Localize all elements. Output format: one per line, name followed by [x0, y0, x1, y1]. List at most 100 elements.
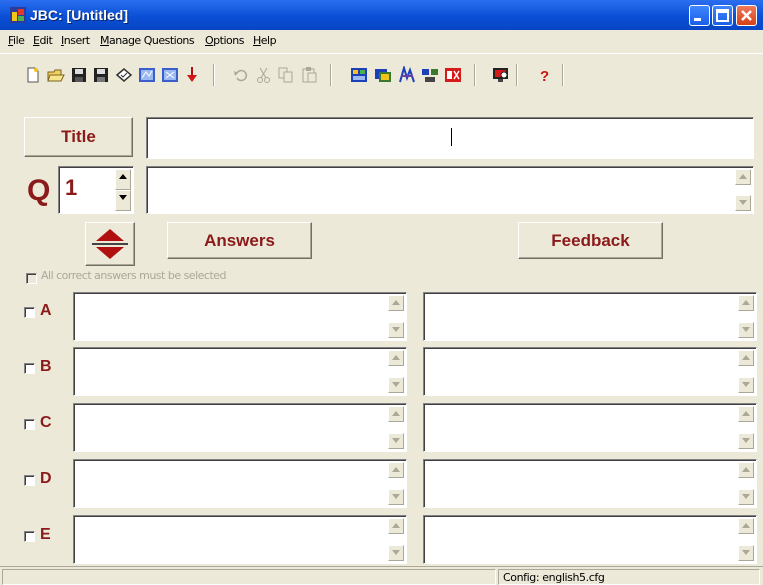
scroll-down-button[interactable]: [738, 545, 754, 561]
svg-text:?: ?: [540, 68, 549, 84]
scroll-down-button[interactable]: [738, 489, 754, 505]
feedback-d-scrollbar[interactable]: [738, 462, 754, 505]
answer-d-scrollbar[interactable]: [388, 462, 404, 505]
check-icon[interactable]: [115, 66, 133, 84]
feedback-a-input[interactable]: [423, 292, 757, 341]
question-text-input[interactable]: [146, 166, 754, 214]
scroll-up-button[interactable]: [388, 295, 404, 311]
scroll-up-button[interactable]: [738, 518, 754, 534]
triangle-down-icon: [742, 327, 750, 332]
toolbar-separator: [330, 64, 332, 86]
answer-d-input[interactable]: [73, 459, 407, 508]
save-icon[interactable]: [70, 66, 88, 84]
scroll-down-button[interactable]: [738, 322, 754, 338]
appearance-icon[interactable]: [398, 66, 416, 84]
menu-help[interactable]: Help: [253, 34, 277, 47]
answer-a-checkbox[interactable]: [24, 307, 35, 318]
question-scrollbar[interactable]: [735, 169, 751, 211]
answer-e-input[interactable]: [73, 515, 407, 564]
scroll-up-button[interactable]: [388, 462, 404, 478]
scroll-up-button[interactable]: [388, 350, 404, 366]
minimize-button[interactable]: [689, 5, 710, 26]
new-icon[interactable]: [24, 66, 42, 84]
spinner-down-button[interactable]: [115, 190, 131, 211]
scroll-down-button[interactable]: [388, 545, 404, 561]
undo-icon[interactable]: [232, 66, 250, 84]
scroll-down-button[interactable]: [738, 377, 754, 393]
title-input[interactable]: [146, 117, 754, 159]
text-caret: [451, 128, 452, 146]
answer-c-checkbox[interactable]: [24, 419, 35, 430]
web-icon[interactable]: [138, 66, 156, 84]
save-as-icon[interactable]: [92, 66, 110, 84]
cut-icon[interactable]: [255, 66, 273, 84]
answer-c-scrollbar[interactable]: [388, 406, 404, 449]
spinner-up-button[interactable]: [115, 169, 131, 190]
feedback-b-input[interactable]: [423, 347, 757, 396]
question-number-spinner[interactable]: 1: [58, 166, 134, 214]
close-button[interactable]: [736, 5, 757, 26]
feedback-b-scrollbar[interactable]: [738, 350, 754, 393]
triangle-down-icon: [742, 438, 750, 443]
scroll-up-button[interactable]: [738, 350, 754, 366]
scroll-down-button[interactable]: [738, 433, 754, 449]
scroll-up-button[interactable]: [388, 406, 404, 422]
answer-d-checkbox[interactable]: [24, 475, 35, 486]
arrow-down-icon[interactable]: [183, 66, 201, 84]
triangle-up-icon: [392, 467, 400, 472]
all-correct-checkbox[interactable]: [26, 273, 37, 284]
triangle-down-icon: [739, 200, 747, 205]
titles-icon[interactable]: [374, 66, 392, 84]
web-export-icon[interactable]: [161, 66, 179, 84]
answer-b-input[interactable]: [73, 347, 407, 396]
scroll-up-button[interactable]: [738, 462, 754, 478]
copy-icon[interactable]: [277, 66, 295, 84]
toolbar-separator: [516, 64, 518, 86]
triangle-up-icon: [392, 355, 400, 360]
answer-a-scrollbar[interactable]: [388, 295, 404, 338]
triangle-down-icon: [742, 550, 750, 555]
answer-e-checkbox[interactable]: [24, 531, 35, 542]
maximize-icon: [716, 9, 729, 22]
feedback-c-input[interactable]: [423, 403, 757, 452]
answer-e-scrollbar[interactable]: [388, 518, 404, 561]
menu-manage-questions[interactable]: Manage Questions: [100, 34, 195, 47]
move-question-button[interactable]: [85, 222, 135, 266]
menu-insert[interactable]: Insert: [61, 34, 90, 47]
help-icon[interactable]: ?: [535, 66, 553, 84]
title-button[interactable]: Title: [24, 117, 133, 157]
monitor-icon[interactable]: [492, 66, 510, 84]
scroll-down-button[interactable]: [388, 322, 404, 338]
feedback-button[interactable]: Feedback: [518, 222, 663, 259]
answers-button[interactable]: Answers: [167, 222, 312, 259]
feedback-e-input[interactable]: [423, 515, 757, 564]
config-icon[interactable]: [350, 66, 368, 84]
open-icon[interactable]: [47, 66, 65, 84]
feedback-e-scrollbar[interactable]: [738, 518, 754, 561]
scroll-up-button[interactable]: [738, 295, 754, 311]
scroll-up-button[interactable]: [735, 169, 751, 185]
spinner-buttons: [115, 169, 131, 211]
scroll-down-button[interactable]: [388, 433, 404, 449]
feedback-a-scrollbar[interactable]: [738, 295, 754, 338]
scroll-down-button[interactable]: [388, 377, 404, 393]
feedback-c-scrollbar[interactable]: [738, 406, 754, 449]
scroll-down-button[interactable]: [388, 489, 404, 505]
triangle-up-icon: [742, 411, 750, 416]
scroll-up-button[interactable]: [388, 518, 404, 534]
answer-b-scrollbar[interactable]: [388, 350, 404, 393]
feedback-d-input[interactable]: [423, 459, 757, 508]
scroll-up-button[interactable]: [738, 406, 754, 422]
paste-icon[interactable]: [300, 66, 318, 84]
answer-e-label: E: [40, 526, 51, 543]
scroll-down-button[interactable]: [735, 195, 751, 211]
answer-a-input[interactable]: [73, 292, 407, 341]
menu-edit[interactable]: Edit: [33, 34, 53, 47]
answer-c-input[interactable]: [73, 403, 407, 452]
menu-options[interactable]: Options: [205, 34, 244, 47]
menu-file[interactable]: File: [8, 34, 25, 47]
buttons-icon[interactable]: [421, 66, 439, 84]
maximize-button[interactable]: [712, 5, 733, 26]
answer-b-checkbox[interactable]: [24, 363, 35, 374]
prompts-icon[interactable]: [444, 66, 462, 84]
